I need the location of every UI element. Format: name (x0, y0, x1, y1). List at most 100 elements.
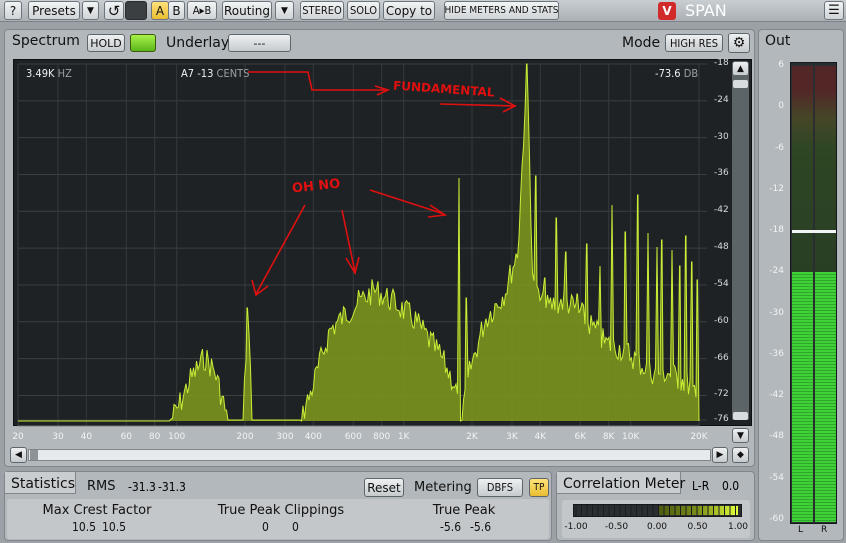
y-tick-label: -36 (714, 168, 729, 179)
readout-level-unit: DB (683, 67, 699, 80)
x-tick-label: 3K (506, 432, 518, 442)
y-tick-label: -18 (714, 58, 729, 68)
out-left-label: L (798, 525, 804, 535)
horizontal-scroll-thumb[interactable] (30, 450, 38, 460)
correlation-tick-label: -1.00 (564, 522, 588, 532)
x-tick-label: 60 (120, 432, 133, 442)
x-tick-label: 1K (397, 432, 410, 442)
rms-left-value: -31.3 (128, 480, 156, 494)
metering-label: Metering (414, 480, 472, 495)
out-meter-tick-label: 0 (778, 101, 784, 112)
y-tick-label: -72 (714, 389, 729, 400)
vertical-scroll-thumb-bottom[interactable] (733, 412, 748, 420)
scroll-right-button[interactable]: ▶ (712, 447, 728, 463)
fundamental-arrow (248, 71, 386, 91)
chevron-right-icon: ▶ (716, 450, 724, 460)
vertical-scrollbar[interactable] (732, 62, 749, 420)
y-tick-label: -66 (714, 352, 729, 363)
x-tick-label: 800 (373, 432, 391, 442)
out-meter-right-background (815, 66, 836, 273)
scroll-down-button[interactable]: ▼ (732, 428, 749, 443)
x-tick-label: 8K (602, 432, 615, 442)
chevron-up-icon: ▲ (737, 63, 744, 74)
x-tick-label: 10K (621, 432, 640, 442)
reset-label: Reset (367, 480, 401, 495)
vertical-scroll-thumb[interactable] (733, 80, 748, 88)
x-tick-label: 600 (344, 432, 362, 442)
scroll-up-button[interactable]: ▲ (732, 61, 749, 76)
rms-right-value: -31.3 (158, 480, 186, 494)
out-meter-peak-hold (792, 230, 836, 234)
readout-level-value: -73.6 (655, 67, 681, 80)
correlation-tick-label: 0.00 (646, 522, 668, 532)
readout-note: A7 -13 CENTS (181, 67, 249, 80)
out-meter-tick-label: -48 (769, 431, 784, 442)
oh-no-arrow-1 (255, 204, 306, 295)
y-tick-label: -24 (714, 94, 729, 105)
true-peak-toggle[interactable]: TP (529, 478, 549, 497)
correlation-tick-label: -0.50 (604, 522, 629, 532)
out-meter-tick-label: -60 (769, 514, 784, 524)
max-crest-left-value: 10.5 (72, 520, 97, 534)
y-tick-label: -54 (714, 278, 729, 289)
horizontal-scrollbar[interactable] (28, 449, 711, 461)
out-meter-tick-label: -24 (769, 266, 784, 277)
x-tick-label: 20 (12, 432, 24, 442)
true-peak-clippings-label: True Peak Clippings (217, 503, 345, 518)
clippings-right-value: 0 (292, 520, 299, 534)
out-meter-tick-label: -18 (769, 225, 784, 236)
readout-frequency: 3.49K HZ (26, 67, 72, 80)
x-tick-label: 20K (690, 432, 708, 442)
out-meter-right-bar (815, 272, 836, 522)
zoom-reset-button[interactable]: ◆ (732, 447, 749, 463)
out-meter-left-background (792, 66, 813, 273)
scroll-left-button[interactable]: ◀ (10, 447, 27, 463)
clippings-left-value: 0 (262, 520, 269, 534)
x-tick-label: 400 (304, 432, 322, 442)
out-right-label: R (821, 525, 828, 535)
statistics-title: Statistics (11, 476, 75, 492)
readout-frequency-value: 3.49K (26, 67, 55, 80)
x-tick-label: 40 (80, 432, 93, 442)
correlation-tick-label: 1.00 (727, 522, 749, 532)
oh-no-arrow-3 (369, 189, 445, 215)
metering-selector[interactable]: DBFS (477, 478, 523, 497)
x-tick-label: 300 (276, 432, 294, 442)
correlation-tick-label: 0.50 (687, 522, 708, 532)
max-crest-label: Max Crest Factor (42, 503, 152, 518)
y-tick-label: -42 (714, 205, 729, 216)
correlation-value: 0.0 (722, 479, 740, 493)
out-meter-tick-label: -6 (775, 142, 784, 153)
readout-frequency-unit: HZ (57, 67, 72, 80)
chevron-down-icon: ▼ (737, 430, 744, 441)
out-meter-tick-label: 6 (778, 60, 784, 70)
out-meter-tick-label: -36 (769, 348, 784, 359)
correlation-mode: L-R (692, 479, 710, 493)
out-title: Out (765, 33, 791, 49)
x-tick-label: 30 (52, 432, 64, 442)
true-peak-toggle-label: TP (533, 482, 545, 493)
out-meter-tick-label: -54 (769, 472, 784, 483)
fundamental-arrow-2 (439, 103, 517, 107)
true-peak-left-value: -5.6 (440, 520, 462, 534)
spectrum-fill (18, 64, 699, 421)
correlation-title: Correlation Meter (563, 476, 686, 492)
readout-note-value: A7 (181, 67, 195, 80)
true-peak-right-value: -5.6 (470, 520, 492, 534)
out-meter-left-bar (792, 272, 813, 522)
y-tick-label: -48 (714, 242, 729, 253)
out-meter-tick-label: -42 (769, 390, 784, 401)
out-meter-tick-label: -30 (769, 307, 784, 318)
x-tick-label: 4K (534, 432, 547, 442)
true-peak-label: True Peak (432, 503, 496, 518)
diamond-icon: ◆ (737, 450, 744, 460)
max-crest-right-value: 10.5 (102, 520, 127, 534)
metering-value: DBFS (486, 481, 514, 494)
x-tick-label: 200 (236, 432, 254, 442)
out-meter-tick-label: -12 (769, 183, 784, 194)
y-tick-label: -76 (714, 414, 729, 424)
chevron-left-icon: ◀ (15, 450, 22, 460)
x-tick-label: 100 (168, 432, 186, 442)
reset-button[interactable]: Reset (364, 478, 404, 497)
y-tick-label: -30 (714, 131, 729, 142)
